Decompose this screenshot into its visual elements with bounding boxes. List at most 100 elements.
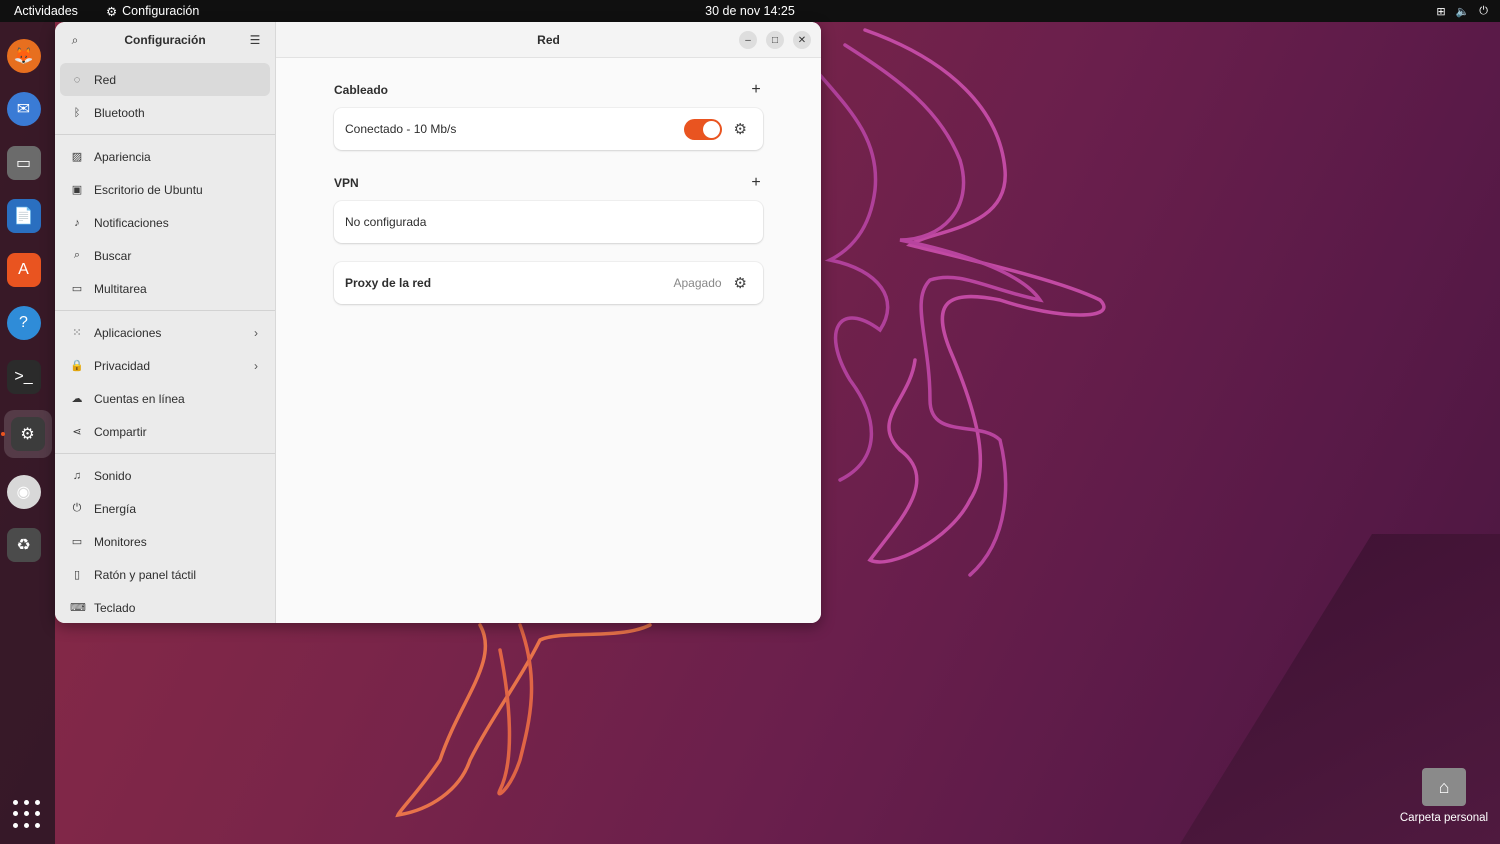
- maximize-button[interactable]: □: [766, 31, 784, 49]
- trash-icon: ♻: [6, 528, 41, 562]
- search-icon[interactable]: ⌕: [67, 33, 83, 48]
- sidebar-item-monitores[interactable]: ▭ Monitores: [60, 525, 270, 558]
- running-indicator: [0, 432, 5, 436]
- sidebar-item-red[interactable]: ◌ Red: [60, 63, 270, 96]
- dock-thunderbird-button[interactable]: ✉: [4, 89, 44, 129]
- thunderbird-icon: ✉: [6, 92, 41, 126]
- wired-connection-row[interactable]: Conectado - 10 Mb/s ⚙: [334, 108, 763, 150]
- menu-icon[interactable]: ☰: [247, 33, 263, 47]
- sidebar-item-notificaciones[interactable]: ♪ Notificaciones: [60, 206, 270, 239]
- sidebar-item-compartir[interactable]: ⋖ Compartir: [60, 415, 270, 448]
- bell-icon: ♪: [74, 216, 80, 229]
- sidebar-item-teclado[interactable]: ⌨ Teclado: [60, 591, 270, 623]
- settings-window: ⌕ Configuración ☰ ◌ Red ᛒ Bluetooth ▨ Aparien…: [55, 22, 821, 623]
- sidebar-item-label: Sonido: [94, 468, 132, 483]
- network-status-icon: ⊞: [1436, 5, 1446, 18]
- wired-heading: Cableado: [334, 83, 389, 97]
- page-title: Red: [537, 32, 560, 47]
- dock: 🦊 ✉ ▭ 📄 A? >_ ⚙ ◉ ♻: [0, 22, 55, 844]
- help-icon: ?: [6, 306, 41, 340]
- bluetooth-icon: ᛒ: [73, 106, 81, 119]
- dock-software-button[interactable]: A: [4, 250, 44, 290]
- sidebar-item-label: Escritorio de Ubuntu: [94, 182, 203, 197]
- sidebar-item-apariencia[interactable]: ▨ Apariencia: [60, 140, 270, 173]
- system-tray[interactable]: ⊞ 🔈 ⏻: [1436, 5, 1488, 18]
- activities-button[interactable]: Actividades: [14, 4, 78, 18]
- main-header: Red – □ ✕: [276, 22, 821, 58]
- sidebar-item-label: Teclado: [94, 600, 136, 615]
- chevron-right-icon: ›: [254, 325, 258, 340]
- apps-icon: ⁙: [72, 327, 82, 339]
- terminal-icon: >_: [6, 359, 41, 394]
- wired-toggle[interactable]: [683, 118, 722, 140]
- sidebar-item-label: Aplicaciones: [94, 325, 162, 340]
- grid-dot: [35, 800, 41, 805]
- sidebar-item-label: Apariencia: [94, 149, 151, 164]
- dock-writer-button[interactable]: 📄: [4, 196, 44, 236]
- app-menu[interactable]: ⚙ Configuración: [106, 4, 199, 19]
- grid-dot: [23, 800, 29, 805]
- settings-icon: ⚙: [10, 417, 45, 451]
- sidebar-list: ◌ Red ᛒ Bluetooth ▨ Apariencia ▣ Escritorio de …: [55, 58, 275, 623]
- sidebar-item-label: Red: [94, 72, 117, 87]
- dock-settings-button[interactable]: ⚙: [0, 410, 52, 458]
- sidebar: ⌕ Configuración ☰ ◌ Red ᛒ Bluetooth ▨ Aparien…: [55, 22, 276, 623]
- grid-dot: [12, 811, 18, 817]
- vpn-heading: VPN: [334, 176, 359, 190]
- sidebar-item-label: Multitarea: [94, 281, 147, 296]
- dock-trash-button[interactable]: ♻: [4, 525, 44, 565]
- vpn-status: No configurada: [345, 215, 427, 229]
- sidebar-item-label: Buscar: [94, 248, 132, 263]
- dock-firefox-button[interactable]: 🦊: [4, 36, 44, 76]
- proxy-settings-gear-icon[interactable]: ⚙: [734, 274, 747, 292]
- keyboard-icon: ⌨: [70, 602, 86, 614]
- search-icon: ⌕: [73, 249, 81, 261]
- sidebar-item-privacidad[interactable]: 🔒 Privacidad ›: [60, 349, 270, 382]
- vpn-row: No configurada: [334, 201, 763, 243]
- sidebar-item-label: Ratón y panel táctil: [94, 567, 197, 582]
- grid-dot: [23, 822, 29, 828]
- add-vpn-button[interactable]: +: [749, 175, 763, 191]
- sidebar-item-cuentas-en-línea[interactable]: ☁ Cuentas en línea: [60, 382, 270, 415]
- close-button[interactable]: ✕: [793, 31, 811, 49]
- firefox-icon: 🦊: [6, 38, 41, 73]
- chevron-right-icon: ›: [254, 358, 258, 373]
- sidebar-item-label: Privacidad: [94, 358, 151, 373]
- cloud-icon: ☁: [71, 393, 83, 405]
- sidebar-item-escritorio-de-ubuntu[interactable]: ▣ Escritorio de Ubuntu: [60, 173, 270, 206]
- clock[interactable]: 30 de nov 14:25: [705, 4, 795, 18]
- proxy-row[interactable]: Proxy de la red Apagado ⚙: [334, 262, 763, 304]
- sidebar-separator: [55, 134, 275, 135]
- dock-files-button[interactable]: ▭: [4, 143, 44, 183]
- sidebar-item-bluetooth[interactable]: ᛒ Bluetooth: [60, 96, 270, 129]
- add-wired-button[interactable]: +: [749, 82, 763, 98]
- home-folder-icon: ⌂: [1422, 768, 1466, 806]
- dock-disc-button[interactable]: ◉: [4, 472, 44, 512]
- sidebar-item-label: Monitores: [94, 534, 147, 549]
- dock-help-button[interactable]: ?: [4, 303, 44, 343]
- dock-terminal-button[interactable]: >_: [4, 357, 44, 397]
- wired-connection-label: Conectado - 10 Mb/s: [345, 122, 457, 136]
- desktop-icon: ▣: [71, 184, 83, 196]
- power-icon: ⏻: [1479, 4, 1488, 17]
- sidebar-item-label: Notificaciones: [94, 215, 169, 230]
- minimize-button[interactable]: –: [739, 31, 757, 49]
- sidebar-item-label: Cuentas en línea: [94, 391, 185, 406]
- wired-section-header: Cableado +: [334, 82, 763, 98]
- window-controls: – □ ✕: [739, 31, 811, 49]
- sidebar-item-sonido[interactable]: ♫ Sonido: [60, 459, 270, 492]
- show-apps-button[interactable]: [12, 800, 43, 830]
- sidebar-item-energía[interactable]: ⏻ Energía: [60, 492, 270, 525]
- sidebar-item-label: Bluetooth: [94, 105, 145, 120]
- sidebar-item-multitarea[interactable]: ▭ Multitarea: [60, 272, 270, 305]
- dock-items: 🦊 ✉ ▭ 📄 A? >_ ⚙ ◉ ♻: [0, 22, 52, 565]
- network-content: Cableado + Conectado - 10 Mb/s ⚙ VPN + N…: [276, 58, 821, 304]
- home-folder-desktop-icon[interactable]: ⌂ Carpeta personal: [1396, 768, 1492, 824]
- wired-settings-gear-icon[interactable]: ⚙: [734, 120, 747, 138]
- proxy-status: Apagado: [673, 276, 722, 290]
- sidebar-item-buscar[interactable]: ⌕ Buscar: [60, 239, 270, 272]
- sidebar-item-aplicaciones[interactable]: ⁙ Aplicaciones ›: [60, 316, 270, 349]
- disc-icon: ◉: [6, 474, 41, 509]
- power-icon: ⏻: [72, 502, 82, 514]
- sidebar-item-ratón-y-panel-táctil[interactable]: ▯ Ratón y panel táctil: [60, 558, 270, 591]
